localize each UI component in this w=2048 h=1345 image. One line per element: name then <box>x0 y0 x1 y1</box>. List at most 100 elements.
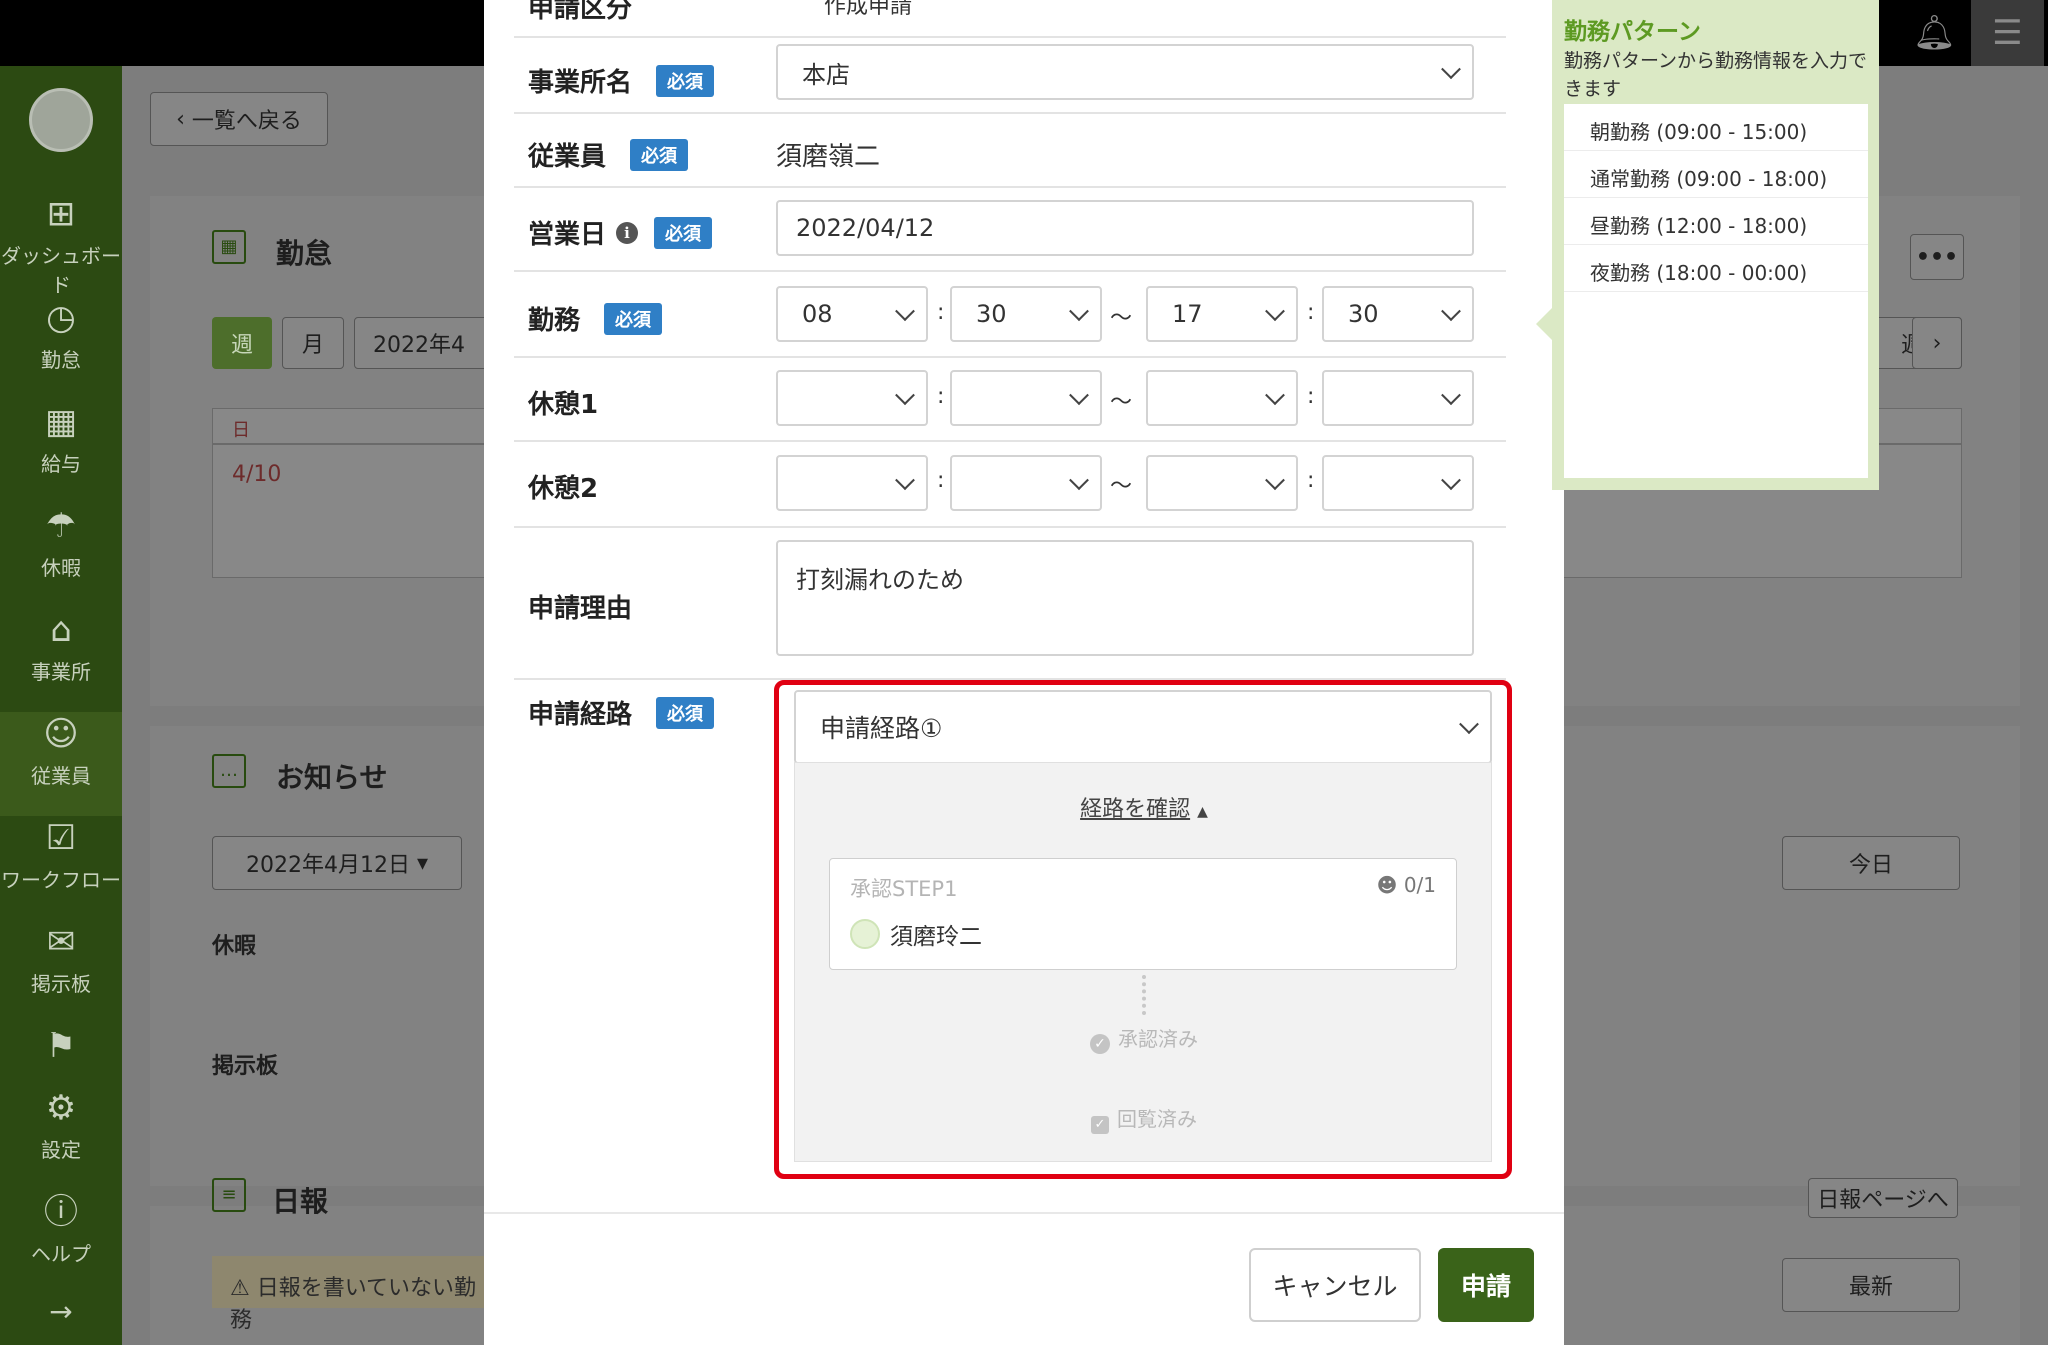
avatar[interactable] <box>29 88 93 152</box>
break1-start-hour-select[interactable] <box>776 370 928 426</box>
sidebar-item-label: ワークフロー <box>1 868 121 892</box>
reason-label: 申請理由 <box>528 594 633 624</box>
chevron-down-icon <box>1441 470 1461 491</box>
month-label: 月 <box>301 333 324 358</box>
chevron-down-icon <box>1265 470 1285 491</box>
office-label-text: 事業所名 <box>528 68 633 98</box>
time-range-tilde: 〜 <box>1110 474 1133 499</box>
time-colon: : <box>1307 300 1315 325</box>
info-icon[interactable]: i <box>616 221 639 244</box>
daily-report-warning: ⚠ 日報を書いていない勤務 <box>212 1256 512 1333</box>
break1-start-minute-select[interactable] <box>950 370 1102 426</box>
cancel-button[interactable]: キャンセル <box>1249 1248 1421 1322</box>
sidebar-item-workflow[interactable]: ☑ ワークフロー <box>0 816 122 920</box>
time-colon: : <box>937 300 945 325</box>
calculator-icon: ▦ <box>44 402 78 442</box>
sidebar-item-board[interactable]: ✉ 掲示板 <box>0 920 122 1024</box>
to-daily-report-page-button[interactable]: 日報ページへ <box>1808 1178 1958 1218</box>
office-select[interactable]: 本店 <box>776 44 1474 100</box>
chat-icon: … <box>212 754 246 788</box>
home-icon: ⌂ <box>50 610 72 650</box>
submit-button[interactable]: 申請 <box>1438 1248 1534 1322</box>
week-label: 週 <box>230 333 253 358</box>
work-start-minute-select[interactable]: 30 <box>950 286 1102 342</box>
message-icon: ✉ <box>46 922 76 962</box>
month-button[interactable]: 月 <box>282 317 344 369</box>
break2-start-hour-select[interactable] <box>776 455 928 511</box>
break2-end-minute-select[interactable] <box>1322 455 1474 511</box>
work-pattern-popover: 勤務パターン 勤務パターンから勤務情報を入力できます 朝勤務 (09:00 - … <box>1552 0 1879 490</box>
chevron-down-icon <box>1441 59 1461 80</box>
time-colon: : <box>937 468 945 493</box>
break1-end-hour-select[interactable] <box>1146 370 1298 426</box>
work-label: 勤務 必須 <box>528 300 663 337</box>
work-end-minute-select[interactable]: 30 <box>1322 286 1474 342</box>
today-nav[interactable]: 今日 <box>1782 836 1960 890</box>
reason-textarea[interactable]: 打刻漏れのため <box>776 540 1474 656</box>
row-business-date: 営業日 i 必須 2022/04/12 <box>514 188 1506 272</box>
time-colon: : <box>1307 468 1315 493</box>
row-break1: 休憩1 : 〜 : <box>514 358 1506 442</box>
latest-nav[interactable]: 最新 <box>1782 1258 1960 1312</box>
break2-label: 休憩2 <box>528 474 599 504</box>
office-select-value: 本店 <box>802 60 850 89</box>
business-date-input[interactable]: 2022/04/12 <box>776 200 1474 256</box>
route-highlight-box <box>774 680 1512 1179</box>
chevron-down-icon <box>1441 385 1461 406</box>
work-label-text: 勤務 <box>528 306 581 336</box>
break2-start-minute-select[interactable] <box>950 455 1102 511</box>
popover-arrow <box>1536 308 1552 340</box>
bell-icon[interactable]: 🔔︎ <box>1898 0 1971 66</box>
attendance-date-picker[interactable]: 2022年4 <box>354 317 494 369</box>
chevron-down-icon <box>895 470 915 491</box>
sidebar-item-leave[interactable]: ☂ 休暇 <box>0 504 122 608</box>
back-button[interactable]: ‹ 一覧へ戻る <box>150 92 328 146</box>
week-button[interactable]: 週 <box>212 317 272 369</box>
route-label: 申請経路 必須 <box>528 694 715 731</box>
expand-sidebar-icon[interactable]: → <box>0 1295 122 1328</box>
more-options-button[interactable]: ••• <box>1910 234 1964 280</box>
work-pattern-regular[interactable]: 通常勤務 (09:00 - 18:00) <box>1564 151 1868 198</box>
work-end-hour-select[interactable]: 17 <box>1146 286 1298 342</box>
sidebar-item-help[interactable]: ⓘ ヘルプ <box>0 1190 122 1294</box>
reason-value: 打刻漏れのため <box>796 566 964 594</box>
modal-footer-divider <box>484 1212 1564 1214</box>
break2-end-hour-select[interactable] <box>1146 455 1298 511</box>
office-label: 事業所名 必須 <box>528 62 715 99</box>
sunday-column-header: 日 <box>232 420 250 441</box>
sidebar-item-attendance[interactable]: ◷ 勤怠 <box>0 296 122 400</box>
next-week-button[interactable]: › <box>1912 317 1962 369</box>
work-pattern-day[interactable]: 昼勤務 (12:00 - 18:00) <box>1564 198 1868 245</box>
clock-icon: ◷ <box>46 298 76 338</box>
work-start-hour-select[interactable]: 08 <box>776 286 928 342</box>
sidebar-item-label: ヘルプ <box>31 1242 91 1266</box>
sidebar-item-label: 掲示板 <box>31 972 91 996</box>
hamburger-menu-icon[interactable]: ☰ <box>1971 0 2044 66</box>
sidebar-item-dashboard[interactable]: ⊞ ダッシュボード <box>0 192 122 297</box>
chevron-down-icon <box>1441 301 1461 322</box>
chevron-down-icon <box>1069 470 1089 491</box>
sidebar-item-label: 休暇 <box>41 556 81 580</box>
sidebar-item-flag[interactable]: ⚑ <box>0 1024 122 1084</box>
employee-name: 須磨嶺二 <box>776 142 881 172</box>
sidebar-item-employees[interactable]: ☺ 従業員 <box>0 712 122 816</box>
sidebar-item-label: 従業員 <box>31 764 91 788</box>
sidebar-item-office[interactable]: ⌂ 事業所 <box>0 608 122 712</box>
flag-icon: ⚑ <box>45 1026 77 1066</box>
work-pattern-morning[interactable]: 朝勤務 (09:00 - 15:00) <box>1564 104 1868 151</box>
work-pattern-night[interactable]: 夜勤務 (18:00 - 00:00) <box>1564 245 1868 292</box>
notice-date-label: 2022年4月12日 <box>245 853 410 878</box>
employee-label-text: 従業員 <box>528 142 607 172</box>
application-type-label: 申請区分 <box>528 0 633 24</box>
sidebar-item-payroll[interactable]: ▦ 給与 <box>0 400 122 504</box>
calendar-date-cell[interactable]: 4/10 <box>232 462 281 487</box>
latest-label: 最新 <box>1848 1275 1893 1300</box>
sidebar-item-settings[interactable]: ⚙ 設定 <box>0 1086 122 1190</box>
user-icon: ☺ <box>43 714 79 754</box>
sidebar-item-label: 設定 <box>41 1138 81 1162</box>
break1-end-minute-select[interactable] <box>1322 370 1474 426</box>
required-badge: 必須 <box>604 302 663 335</box>
sidebar: ⊞ ダッシュボード ◷ 勤怠 ▦ 給与 ☂ 休暇 ⌂ 事業所 ☺ 従業員 ☑ ワ… <box>0 66 122 1345</box>
notice-date-picker[interactable]: 2022年4月12日 ▾ <box>212 836 462 890</box>
attendance-date-label: 2022年4 <box>373 333 465 358</box>
